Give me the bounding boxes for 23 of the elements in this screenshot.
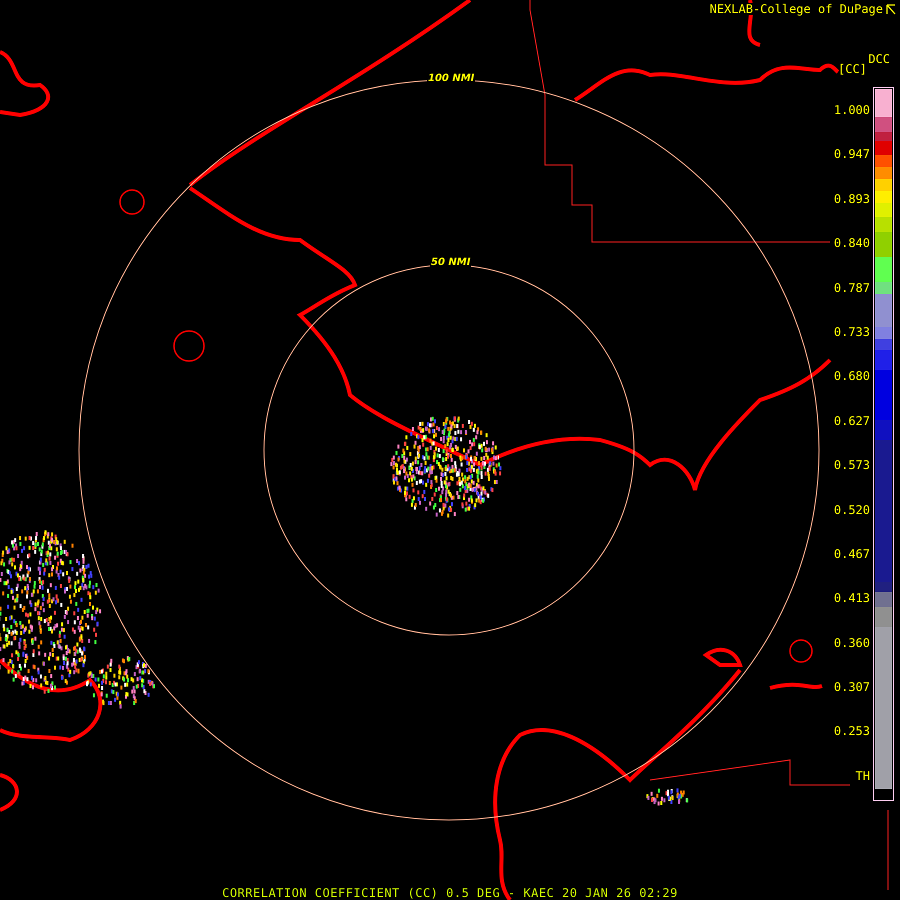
scale-label: 0.413 — [834, 591, 870, 606]
scale-label: 0.733 — [834, 324, 870, 339]
scale-label: 1.000 — [834, 103, 870, 117]
scale-label: TH — [856, 768, 870, 783]
caption-text: CORRELATION COEFFICIENT (CC) 0.5 DEG - KAEC 20 JAN 26 02:29 — [221, 887, 679, 899]
scale-label: 0.893 — [834, 192, 870, 206]
scale-label: 0.627 — [834, 414, 870, 428]
scale-label: 0.467 — [834, 546, 870, 561]
scale-label: 0.573 — [834, 458, 870, 472]
scale-label: 0.947 — [834, 147, 870, 162]
scale-label: 0.680 — [834, 369, 870, 384]
scale-label: 0.840 — [834, 236, 870, 250]
product-label: DCC — [868, 53, 890, 65]
credit-text: NEXLAB-College of DuPage — [710, 3, 883, 15]
unit-label: [CC] — [838, 63, 867, 75]
scale-label: 0.360 — [834, 636, 870, 650]
scale-label: 0.307 — [834, 680, 870, 694]
range-ring-label: 100 NMI — [427, 74, 476, 84]
scale-label: 0.520 — [834, 502, 870, 517]
scale-label: 0.787 — [834, 280, 870, 295]
scale-label: 0.253 — [834, 724, 870, 738]
corner-arrow-icon — [886, 4, 896, 14]
range-ring-label: 50 NMI — [430, 258, 472, 268]
